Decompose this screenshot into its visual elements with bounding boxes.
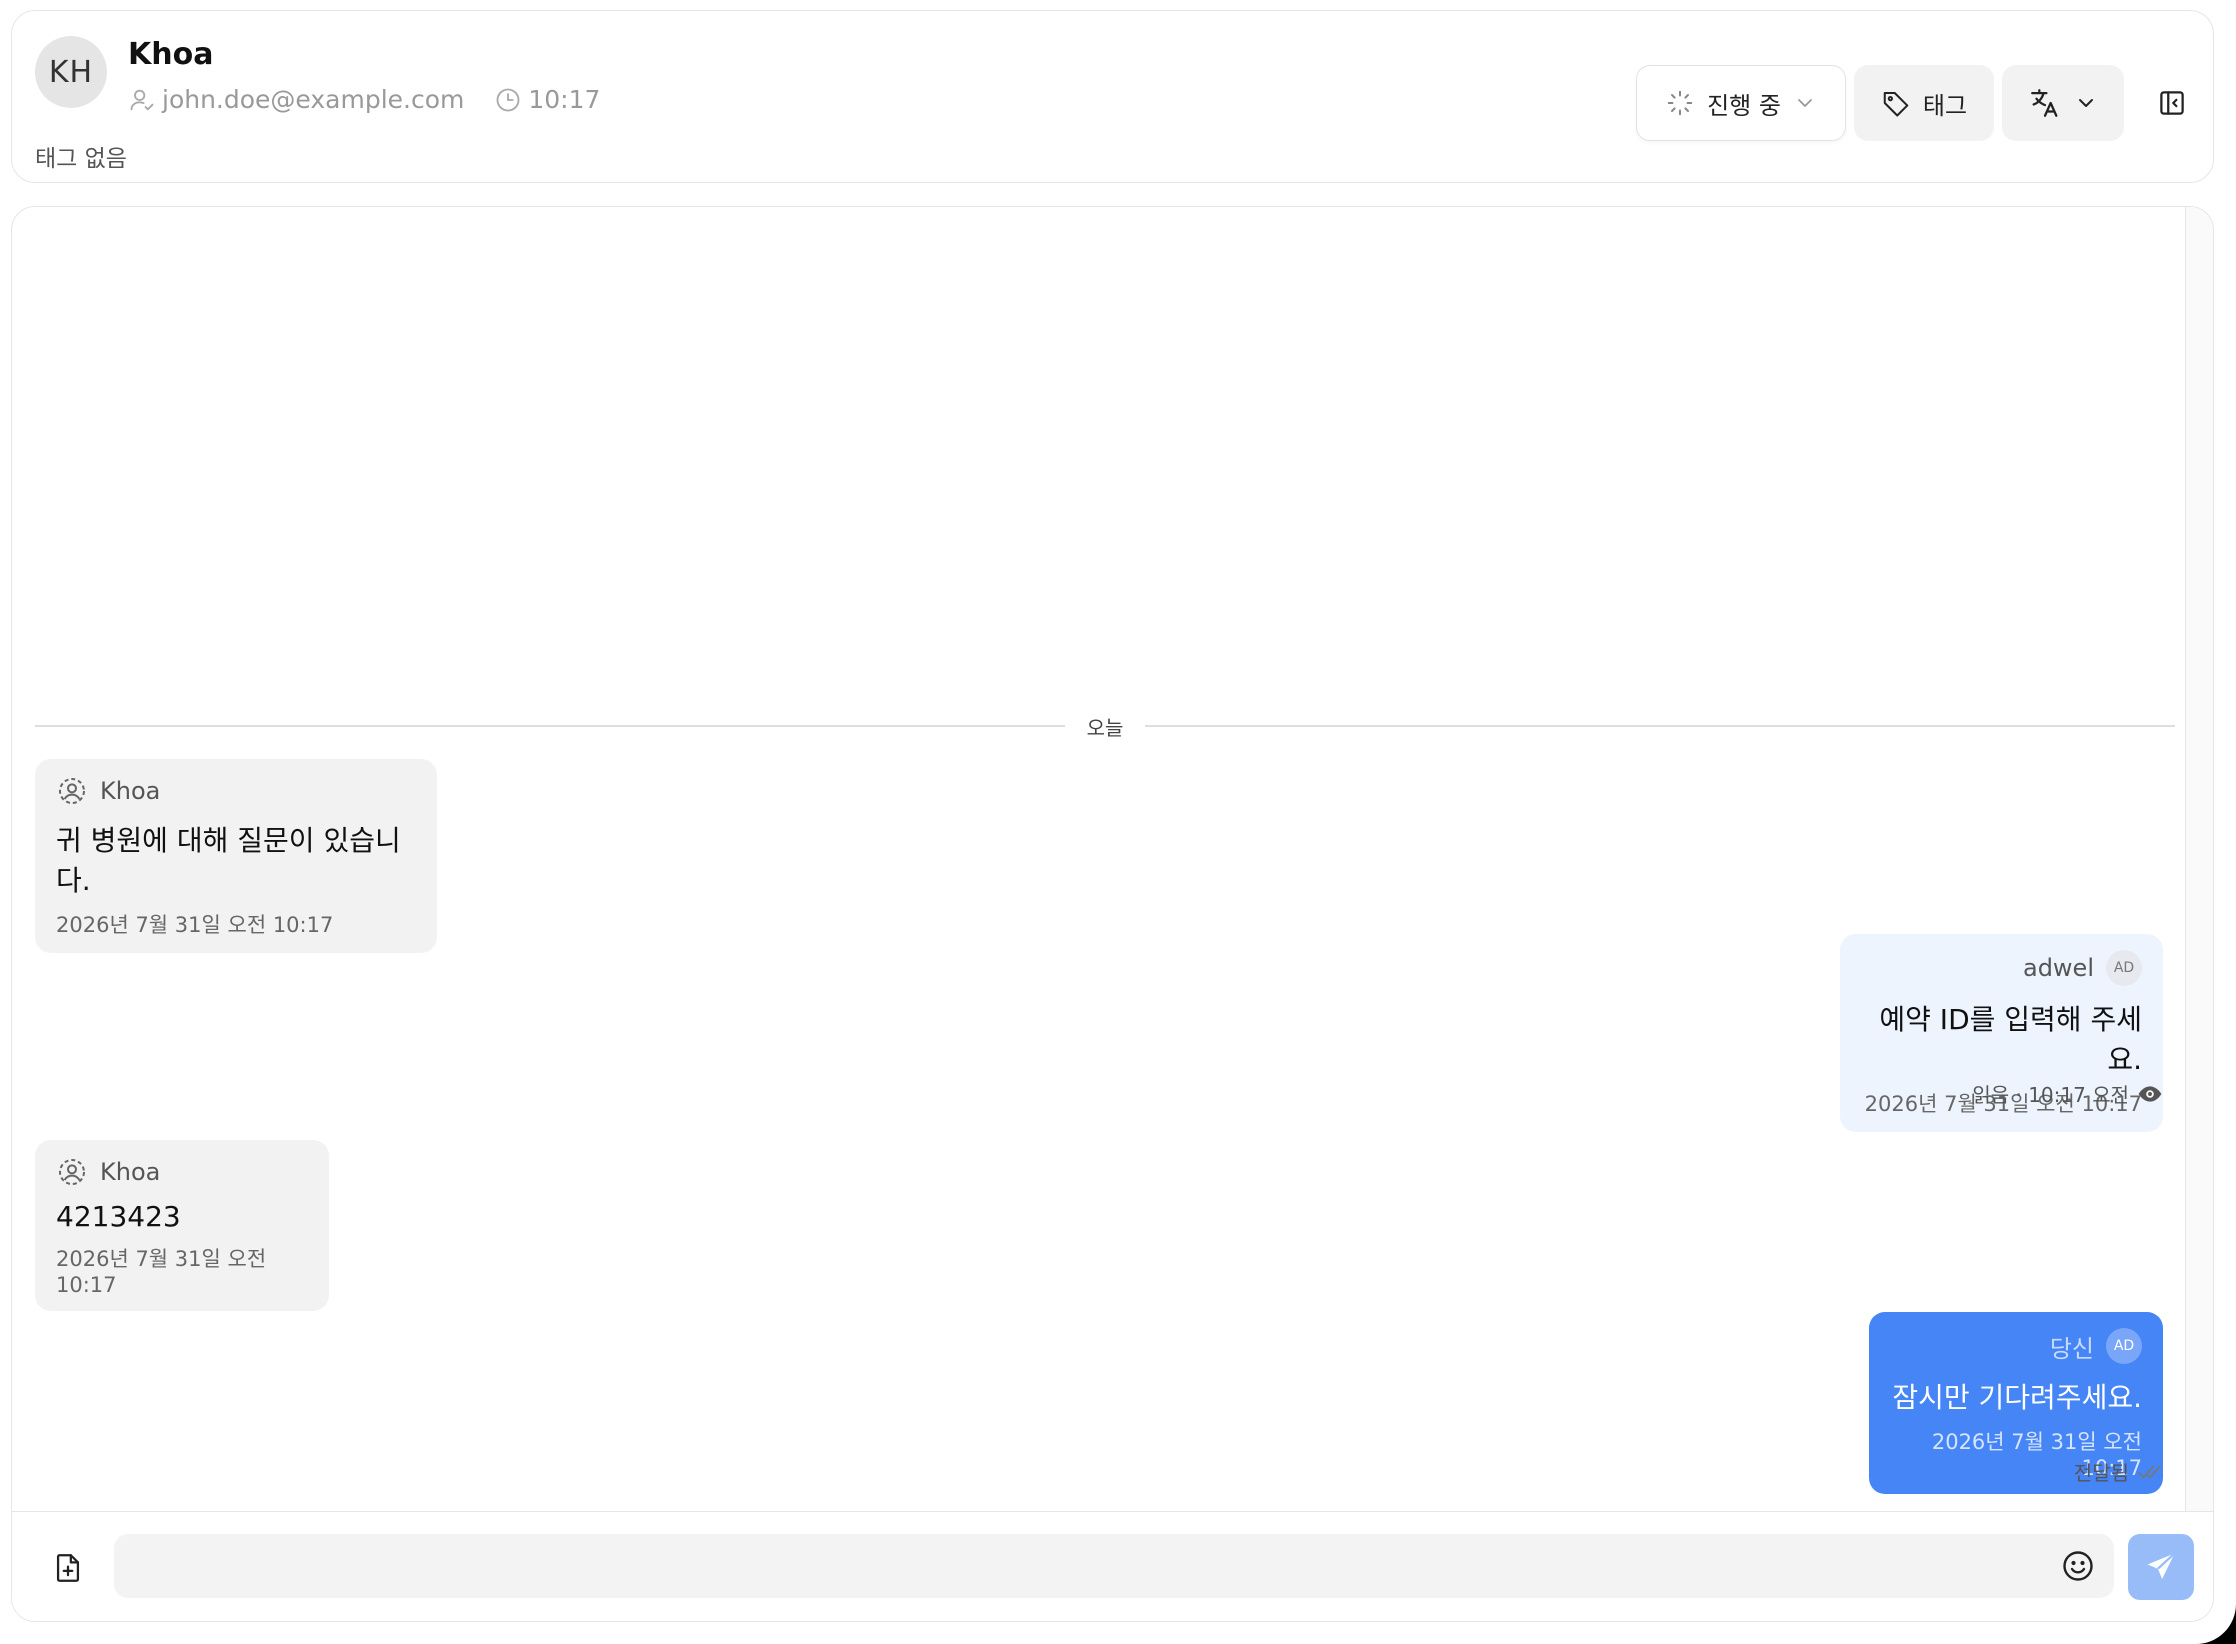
clock-icon: [496, 88, 520, 111]
message-input[interactable]: [114, 1534, 2114, 1598]
day-divider-label: 오늘: [1086, 715, 1124, 740]
message-text: 잠시만 기다려주세요.: [1892, 1381, 2142, 1414]
tag-label: 태그: [1922, 91, 1968, 120]
message-time: 2026년 7월 31일 오전 10:17: [56, 913, 334, 937]
user-circle-icon: [59, 778, 85, 804]
scrollbar[interactable]: [2185, 207, 2213, 1511]
translate-icon: [2031, 89, 2058, 117]
divider-line: [35, 725, 1065, 727]
user-circle-icon: [59, 1159, 85, 1185]
message-text: 예약 ID를 입력해 주세요.: [1879, 1003, 2142, 1076]
contact-header: KH Khoa john.doe@example.com 10:17 태그 없음…: [11, 10, 2214, 183]
chevron-down-icon: [1798, 99, 1812, 107]
avatar: KH: [35, 36, 107, 108]
send-icon: [2147, 1552, 2176, 1580]
message-incoming: Khoa 4213423 2026년 7월 31일 오전 10:17: [35, 1140, 329, 1311]
contact-email: john.doe@example.com: [162, 85, 465, 114]
tag-button[interactable]: 태그: [1854, 65, 1994, 141]
send-button[interactable]: [2128, 1534, 2194, 1600]
user-check-icon: [130, 89, 154, 110]
delivery-status-text: 전달됨: [2073, 1461, 2129, 1485]
message-sender: Khoa: [56, 1156, 308, 1188]
message-incoming: Khoa 귀 병원에 대해 질문이 있습니다. 2026년 7월 31일 오전 …: [35, 759, 437, 953]
toggle-panel-button[interactable]: [2144, 65, 2200, 141]
message-composer: [12, 1511, 2213, 1621]
translate-dropdown[interactable]: [2002, 65, 2124, 141]
divider-line: [1145, 725, 2175, 727]
smile-icon: [2063, 1551, 2093, 1581]
chevron-down-icon: [2079, 99, 2093, 107]
contact-time: 10:17: [528, 85, 601, 114]
message-text: 귀 병원에 대해 질문이 있습니다.: [56, 824, 401, 897]
message-sender: adwel AD: [1861, 950, 2142, 986]
emoji-button[interactable]: [2060, 1548, 2096, 1584]
attach-file-button[interactable]: [48, 1548, 88, 1588]
loader-icon: [1667, 90, 1693, 116]
message-text: 4213423: [56, 1200, 181, 1233]
contact-meta: john.doe@example.com 10:17: [128, 85, 600, 114]
conversation-panel: 오늘 Khoa 귀 병원에 대해 질문이 있습니다. 2026년 7월 31일 …: [11, 206, 2214, 1622]
message-time: 2026년 7월 31일 오전 10:17: [56, 1247, 267, 1297]
eye-icon: [2138, 1085, 2162, 1102]
status-dropdown[interactable]: 진행 중: [1636, 65, 1846, 141]
sender-name: Khoa: [100, 777, 161, 805]
agent-avatar: AD: [2106, 1328, 2142, 1364]
contact-time-item: 10:17: [494, 85, 600, 114]
double-check-icon: [2138, 1465, 2161, 1478]
panel-left-icon: [2160, 91, 2184, 115]
tag-icon: [1883, 92, 1909, 117]
read-status-text: 읽음 · 10:17 오전: [1972, 1083, 2129, 1107]
contact-name: Khoa: [128, 37, 214, 72]
no-tags-label: 태그 없음: [35, 146, 127, 172]
sender-name: Khoa: [100, 1158, 161, 1186]
status-label: 진행 중: [1707, 91, 1781, 120]
read-receipt: 읽음 · 10:17 오전: [1972, 1079, 2163, 1108]
message-sender: Khoa: [56, 775, 416, 807]
file-plus-icon: [56, 1554, 80, 1582]
sender-name: 당신: [2049, 1334, 2094, 1363]
agent-avatar: AD: [2106, 950, 2142, 986]
sender-name: adwel: [2022, 954, 2094, 982]
day-divider: 오늘: [35, 711, 2175, 741]
contact-email-item: john.doe@example.com: [128, 85, 464, 114]
message-sender: 당신 AD: [1890, 1328, 2142, 1364]
delivery-receipt: 전달됨: [2074, 1457, 2163, 1486]
